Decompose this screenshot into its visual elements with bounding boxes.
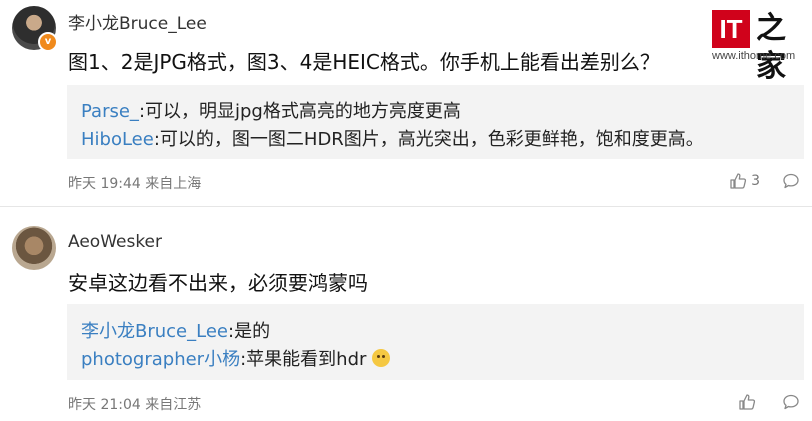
thumbs-up-icon [739,394,756,410]
comment-location: 来自江苏 [145,397,202,413]
reply-bubble-icon[interactable] [782,172,800,190]
doge-emoji-icon [372,349,391,367]
comment-meta: 昨天 19:44 来自上海 [68,173,201,193]
comment-username[interactable]: AeoWesker [68,232,162,252]
reply-bubble-icon[interactable] [782,393,800,411]
reply-box: Parse_:可以，明显jpg格式高亮的地方亮度更高 HiboLee:可以的，图… [67,85,804,159]
reply-item: Parse_:可以，明显jpg格式高亮的地方亮度更高 [81,97,461,123]
like-button[interactable]: 3 [729,172,760,190]
comment-meta: 昨天 21:04 来自江苏 [68,394,201,414]
reply-item: HiboLee:可以的，图一图二HDR图片，高光突出，色彩更鲜艳，饱和度更高。 [81,125,704,151]
comment-location: 来自上海 [145,176,202,192]
comment-item: v 李小龙Bruce_Lee 图1、2是JPG格式，图3、4是HEIC格式。你手… [0,0,812,200]
reply-text: :苹果能看到hdr [240,349,367,370]
comment-item: AeoWesker 安卓这边看不出来，必须要鸿蒙吗 李小龙Bruce_Lee:是… [0,212,812,421]
thumbs-up-icon [730,173,747,189]
reply-username[interactable]: 李小龙Bruce_Lee [81,321,228,342]
comment-time: 昨天 19:44 [68,176,141,192]
reply-box: 李小龙Bruce_Lee:是的 photographer小杨:苹果能看到hdr [67,304,804,380]
reply-item: photographer小杨:苹果能看到hdr [81,345,391,371]
comment-text: 安卓这边看不出来，必须要鸿蒙吗 [68,271,368,295]
comment-divider [0,206,812,207]
reply-text: :可以的，图一图二HDR图片，高光突出，色彩更鲜艳，饱和度更高。 [153,129,704,150]
verified-badge-icon: v [38,32,58,52]
reply-username[interactable]: HiboLee [81,129,154,150]
reply-text: :可以，明显jpg格式高亮的地方亮度更高 [138,101,461,122]
reply-text: :是的 [228,321,271,342]
like-count: 3 [751,173,760,189]
reply-username[interactable]: Parse_ [81,101,139,122]
reply-username[interactable]: photographer小杨 [81,349,240,370]
comment-username[interactable]: 李小龙Bruce_Lee [68,9,207,34]
like-button[interactable] [738,393,760,411]
avatar[interactable] [12,226,56,270]
comment-time: 昨天 21:04 [68,397,141,413]
comment-text: 图1、2是JPG格式，图3、4是HEIC格式。你手机上能看出差别么？ [68,50,660,74]
reply-item: 李小龙Bruce_Lee:是的 [81,317,270,343]
